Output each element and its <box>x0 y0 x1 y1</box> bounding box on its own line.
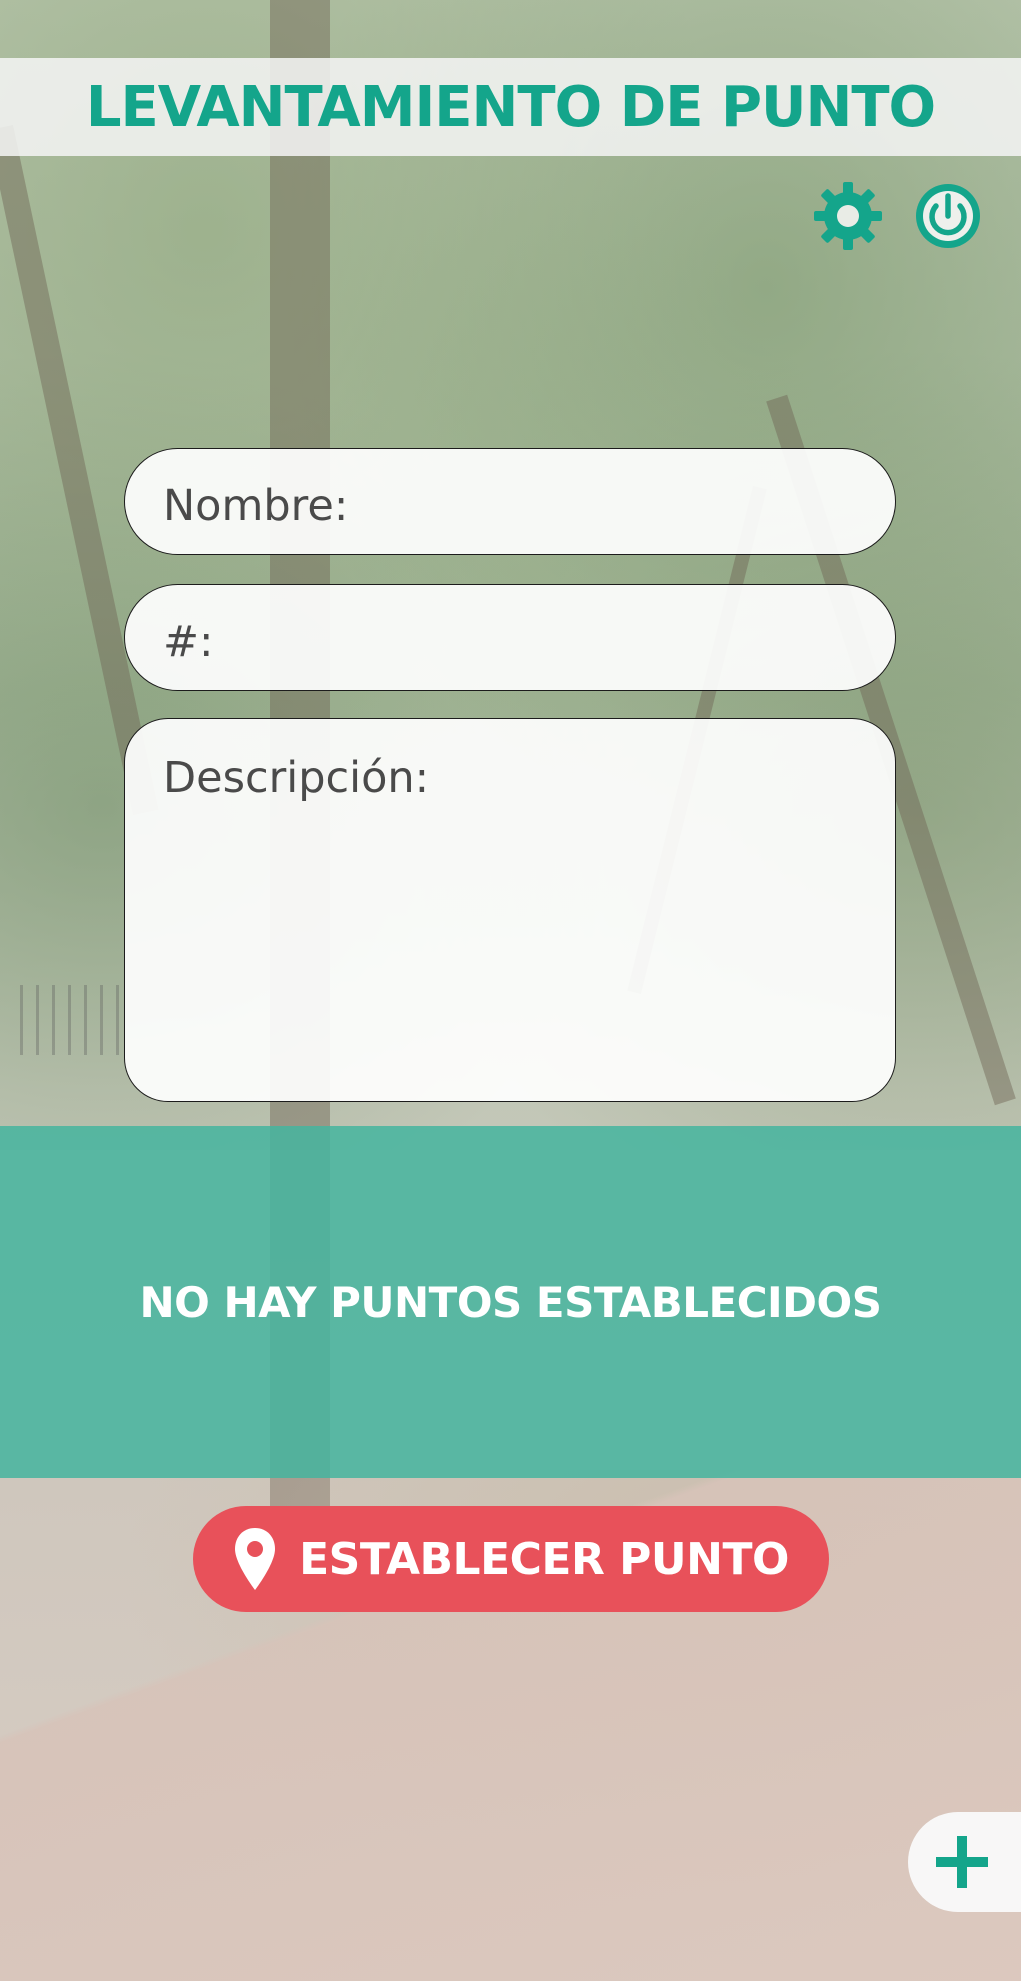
app-screen: LEVANTAMIENTO DE PUNTO Nombre: #: Descri… <box>0 0 1021 1981</box>
settings-button[interactable] <box>812 180 884 252</box>
background-fence <box>20 985 130 1055</box>
gear-icon <box>814 182 882 250</box>
description-field-placeholder: Descripción: <box>163 753 430 803</box>
add-button[interactable] <box>908 1812 1021 1912</box>
page-title: LEVANTAMIENTO DE PUNTO <box>85 74 936 140</box>
power-icon <box>916 184 980 248</box>
set-point-label: ESTABLECER PUNTO <box>299 1533 789 1585</box>
map-pin-icon <box>233 1526 277 1592</box>
plus-icon <box>936 1836 988 1888</box>
number-field[interactable]: #: <box>124 584 896 691</box>
power-button[interactable] <box>912 180 984 252</box>
name-field-placeholder: Nombre: <box>163 481 349 531</box>
name-field[interactable]: Nombre: <box>124 448 896 555</box>
points-status-panel: NO HAY PUNTOS ESTABLECIDOS <box>0 1126 1021 1478</box>
header-bar: LEVANTAMIENTO DE PUNTO <box>0 58 1021 156</box>
number-field-placeholder: #: <box>163 617 214 667</box>
description-field[interactable]: Descripción: <box>124 718 896 1102</box>
no-points-message: NO HAY PUNTOS ESTABLECIDOS <box>139 1277 882 1327</box>
set-point-button[interactable]: ESTABLECER PUNTO <box>193 1506 829 1612</box>
